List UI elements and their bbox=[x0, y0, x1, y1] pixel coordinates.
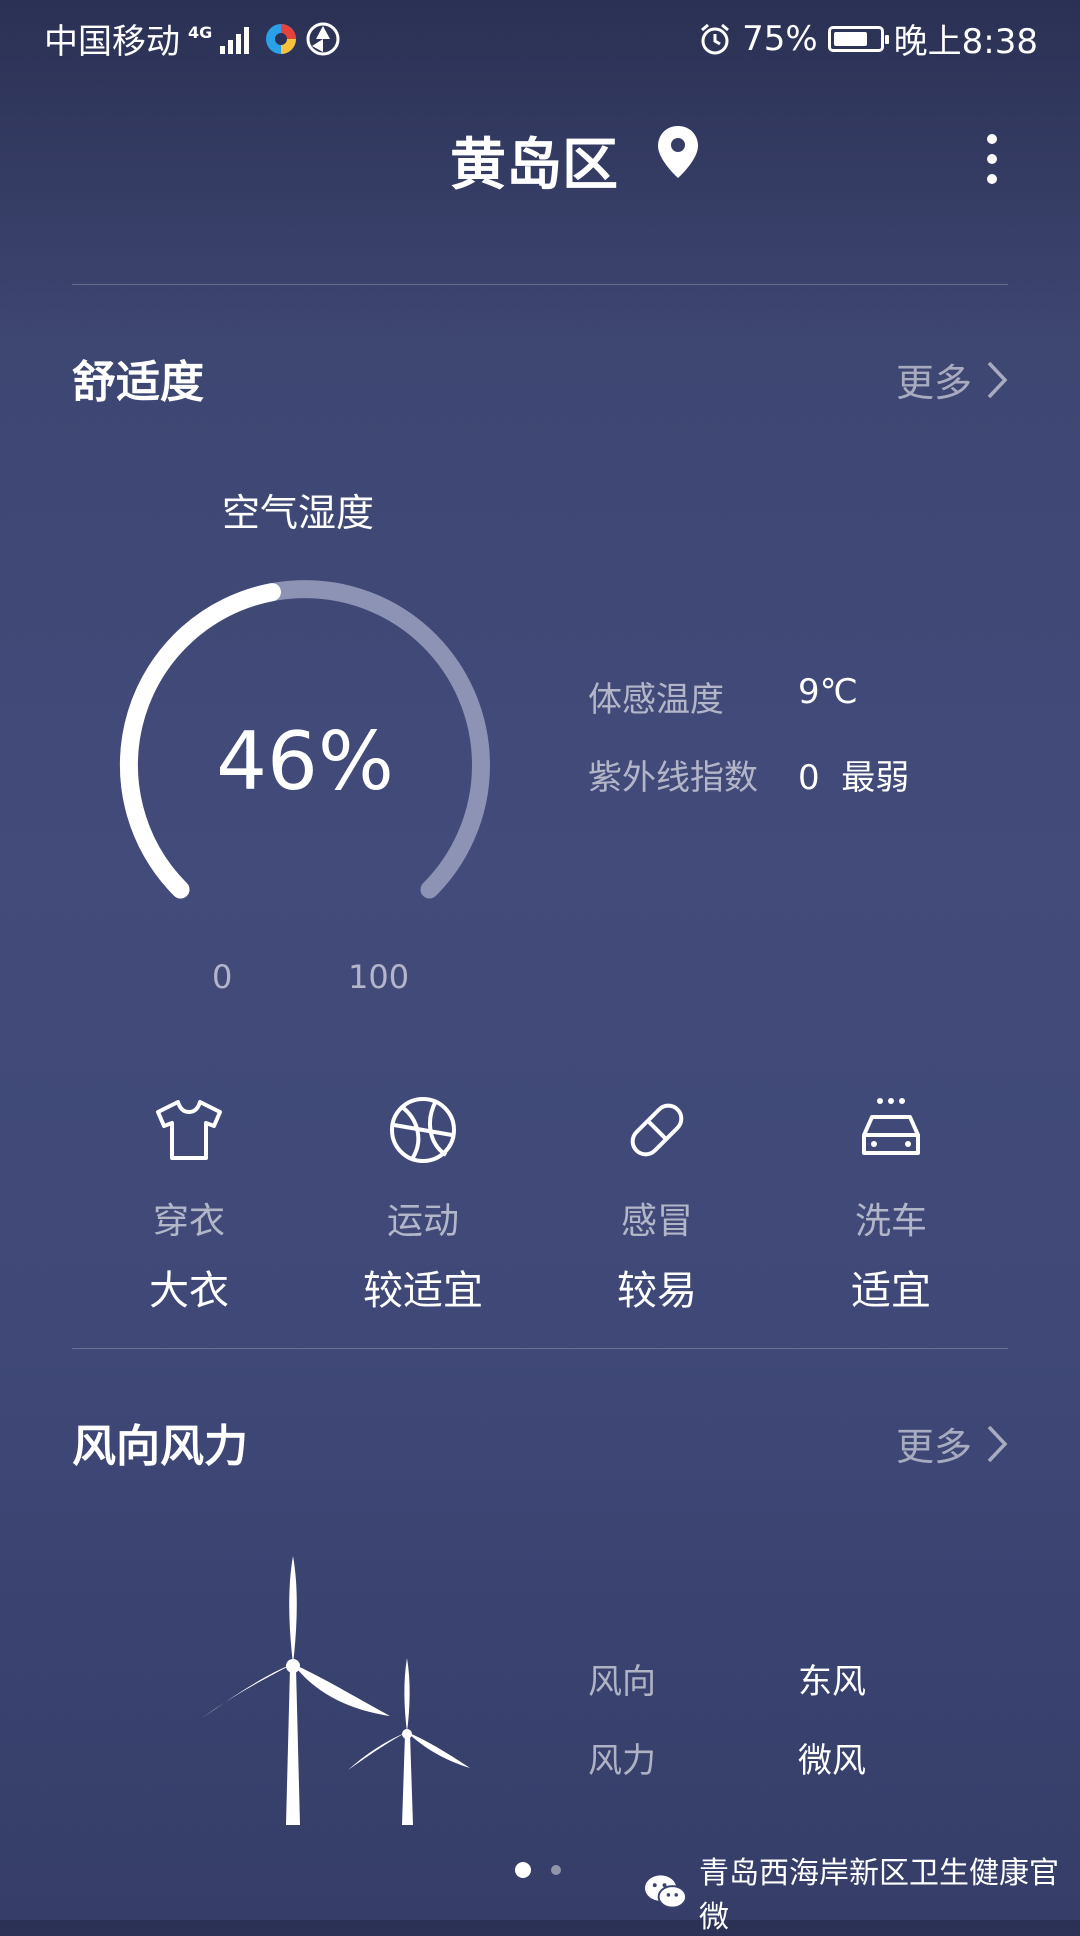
watermark-text: 青岛西海岸新区卫生健康官微 bbox=[698, 1856, 1059, 1935]
index-item-carwash[interactable]: 洗车 适宜 bbox=[791, 1090, 991, 1316]
app-notification-icon bbox=[266, 23, 297, 54]
status-left: 中国移动 4G bbox=[44, 14, 340, 63]
location-title[interactable]: 黄岛区 bbox=[450, 120, 618, 201]
alarm-clock-icon bbox=[701, 23, 730, 54]
index-item-cold[interactable]: 感冒 较易 bbox=[557, 1090, 757, 1316]
battery-icon bbox=[827, 25, 889, 52]
page-indicator[interactable] bbox=[515, 1862, 561, 1878]
gauge-min-label: 0 bbox=[212, 958, 233, 996]
aperture-notification-icon bbox=[306, 22, 340, 55]
index-value: 大衣 bbox=[149, 1268, 229, 1314]
comfort-more-link[interactable]: 更多 bbox=[896, 352, 1008, 407]
index-item-sport[interactable]: 运动 较适宜 bbox=[323, 1090, 523, 1316]
network-type: 4G bbox=[188, 23, 213, 42]
status-right: 75% 晚上8:38 bbox=[698, 14, 1038, 63]
chevron-right-icon bbox=[987, 361, 1008, 398]
uv-index-label: 紫外线指数 bbox=[588, 758, 758, 798]
ball-icon bbox=[390, 1097, 456, 1163]
divider bbox=[72, 284, 1008, 285]
humidity-label: 空气湿度 bbox=[222, 491, 375, 535]
battery-percent: 75% bbox=[742, 18, 818, 59]
more-label: 更多 bbox=[895, 1425, 972, 1469]
title-bar: 黄岛区 bbox=[0, 120, 1080, 200]
page-dot[interactable] bbox=[551, 1865, 561, 1875]
wind-direction-label: 风向 bbox=[588, 1662, 656, 1702]
wechat-icon bbox=[644, 1875, 687, 1909]
chevron-right-icon bbox=[987, 1425, 1008, 1462]
watermark: 青岛西海岸新区卫生健康官微 bbox=[644, 1848, 1080, 1936]
humidity-value: 46% bbox=[216, 715, 394, 808]
wind-more-link[interactable]: 更多 bbox=[896, 1416, 1008, 1471]
index-item-clothing[interactable]: 穿衣 大衣 bbox=[89, 1090, 289, 1316]
wind-force-value: 微风 bbox=[798, 1741, 866, 1781]
status-bar: 中国移动 4G 75% 晚上8:38 bbox=[0, 0, 1080, 75]
status-time: 晚上8:38 bbox=[893, 22, 1038, 62]
map-pin-icon[interactable] bbox=[656, 124, 700, 180]
more-vertical-icon[interactable] bbox=[972, 128, 1012, 198]
tshirt-icon bbox=[156, 1100, 222, 1160]
wind-turbines-illustration bbox=[202, 1556, 470, 1825]
gauge-max-label: 100 bbox=[348, 958, 410, 996]
divider bbox=[72, 1348, 1008, 1349]
index-label: 运动 bbox=[386, 1201, 459, 1242]
wind-force-label: 风力 bbox=[588, 1741, 656, 1781]
pill-icon bbox=[630, 1103, 684, 1157]
wind-section-title: 风向风力 bbox=[72, 1421, 248, 1472]
index-label: 感冒 bbox=[620, 1201, 693, 1242]
signal-icon bbox=[220, 26, 250, 54]
index-value: 较易 bbox=[617, 1268, 697, 1314]
carrier-name: 中国移动 bbox=[44, 22, 180, 62]
more-label: 更多 bbox=[895, 361, 972, 405]
feels-like-value: 9℃ bbox=[798, 672, 858, 712]
index-value: 较适宜 bbox=[363, 1268, 483, 1314]
page-dot-active[interactable] bbox=[515, 1862, 531, 1878]
feels-like-label: 体感温度 bbox=[588, 680, 724, 720]
wind-direction-value: 东风 bbox=[798, 1662, 866, 1702]
index-value: 适宜 bbox=[851, 1268, 931, 1314]
uv-index-value: 0 最弱 bbox=[798, 758, 910, 798]
index-label: 洗车 bbox=[854, 1201, 927, 1242]
index-label: 穿衣 bbox=[152, 1201, 225, 1242]
comfort-section-title: 舒适度 bbox=[72, 357, 204, 408]
car-wash-icon bbox=[862, 1098, 920, 1155]
